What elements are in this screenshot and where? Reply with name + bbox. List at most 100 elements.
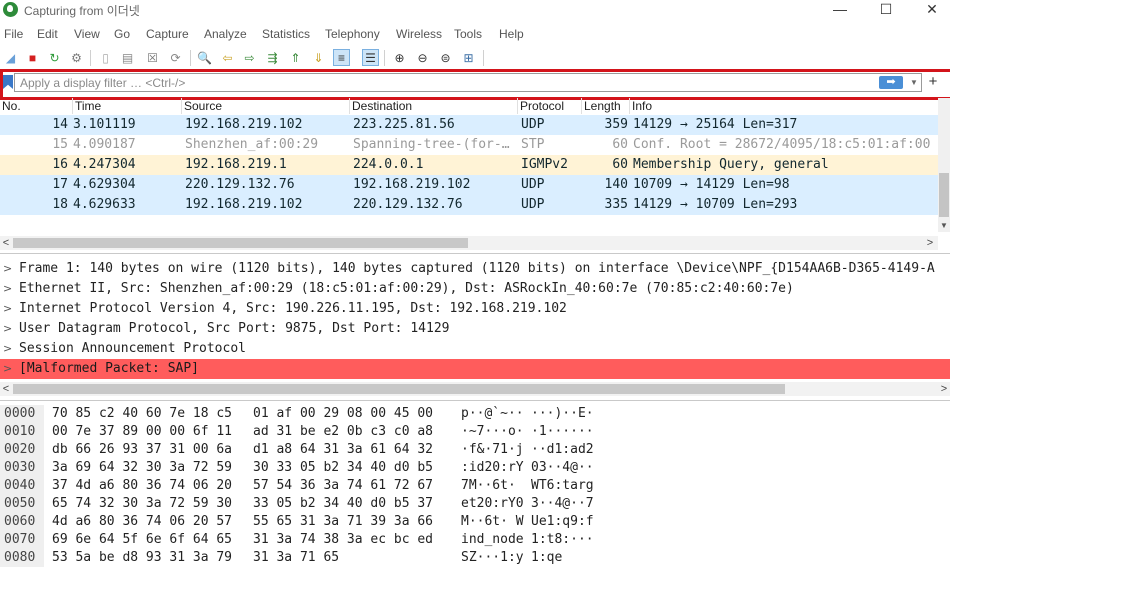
ascii-group[interactable]: ·f&·71·j	[461, 441, 524, 459]
expand-chevron-icon[interactable]: >	[3, 259, 13, 279]
ascii-group[interactable]: ind_node	[461, 531, 524, 549]
minimize-button[interactable]: —	[820, 0, 860, 20]
pane-splitter[interactable]	[0, 253, 950, 254]
menu-statistics[interactable]: Statistics	[262, 27, 310, 41]
hex-bytes-group[interactable]: 31 3a 74 38 3a ec bc ed	[253, 531, 433, 549]
packet-list-hscroll-thumb[interactable]	[13, 238, 468, 248]
capture-options-icon[interactable]: ⚙	[68, 49, 85, 66]
expand-chevron-icon[interactable]: >	[3, 339, 13, 359]
go-back-icon[interactable]: ⇦	[219, 49, 236, 66]
stop-capture-icon[interactable]: ■	[24, 49, 41, 66]
menu-telephony[interactable]: Telephony	[325, 27, 380, 41]
scroll-right-arrow-icon[interactable]: >	[924, 236, 936, 250]
go-forward-icon[interactable]: ⇨	[241, 49, 258, 66]
ascii-group[interactable]: p··@`~··	[461, 405, 524, 423]
close-file-icon[interactable]: ☒	[144, 49, 161, 66]
zoom-out-icon[interactable]: ⊖	[414, 49, 431, 66]
autoscroll-icon[interactable]: ≡	[333, 49, 350, 66]
hex-bytes-group[interactable]: ad 31 be e2 0b c3 c0 a8	[253, 423, 433, 441]
hex-bytes-group[interactable]: 4d a6 80 36 74 06 20 57	[52, 513, 232, 531]
ascii-group[interactable]: 3··4@··7	[531, 495, 594, 513]
packet-row[interactable]: 17 4.629304 220.129.132.76 192.168.219.102 U…	[0, 175, 938, 195]
column-header-source[interactable]: Source	[182, 98, 350, 114]
column-header-info[interactable]: Info	[630, 98, 938, 114]
ascii-group[interactable]: ·1······	[531, 423, 594, 441]
packet-row[interactable]: 18 4.629633 192.168.219.102 220.129.132.76 U…	[0, 195, 938, 215]
hex-bytes-group[interactable]: 30 33 05 b2 34 40 d0 b5	[253, 459, 433, 477]
hex-bytes-group[interactable]: 57 54 36 3a 74 61 72 67	[253, 477, 433, 495]
hex-bytes-group[interactable]: 55 65 31 3a 71 39 3a 66	[253, 513, 433, 531]
menu-edit[interactable]: Edit	[37, 27, 58, 41]
column-header-destination[interactable]: Destination	[350, 98, 518, 114]
ascii-group[interactable]: M··6t· W	[461, 513, 524, 531]
ascii-group[interactable]: Ue1:q9:f	[531, 513, 594, 531]
details-hscroll-thumb[interactable]	[13, 384, 785, 394]
zoom-in-icon[interactable]: ⊕	[391, 49, 408, 66]
menu-help[interactable]: Help	[499, 27, 524, 41]
resize-columns-icon[interactable]: ⊞	[460, 49, 477, 66]
ascii-group[interactable]: ·~7···o·	[461, 423, 524, 441]
hex-bytes-group[interactable]: 70 85 c2 40 60 7e 18 c5	[52, 405, 232, 423]
first-packet-icon[interactable]: ⇑	[287, 49, 304, 66]
hex-bytes-group[interactable]: 3a 69 64 32 30 3a 72 59	[52, 459, 232, 477]
last-packet-icon[interactable]: ⇓	[310, 49, 327, 66]
normal-size-icon[interactable]: ⊜	[437, 49, 454, 66]
ascii-group[interactable]: 7M··6t·	[461, 477, 524, 495]
scroll-right-arrow-icon[interactable]: >	[938, 382, 950, 396]
maximize-button[interactable]: ☐	[866, 0, 906, 20]
display-filter-input[interactable]	[14, 73, 922, 92]
ascii-group[interactable]: et20:rY0	[461, 495, 524, 513]
pane-splitter[interactable]	[0, 400, 950, 401]
hex-bytes-group[interactable]: 65 74 32 30 3a 72 59 30	[52, 495, 232, 513]
ascii-group[interactable]: 1:t8:···	[531, 531, 594, 549]
ascii-group[interactable]: :id20:rY	[461, 459, 524, 477]
save-file-icon[interactable]: ▤	[119, 49, 136, 66]
detail-tree-item[interactable]: > Session Announcement Protocol	[0, 339, 950, 359]
start-capture-icon[interactable]: ◢	[2, 49, 19, 66]
column-header-length[interactable]: Length	[582, 98, 630, 114]
go-to-packet-icon[interactable]: ⇶	[264, 49, 281, 66]
detail-tree-item[interactable]: > User Datagram Protocol, Src Port: 9875,…	[0, 319, 950, 339]
packet-row[interactable]: 16 4.247304 192.168.219.1 224.0.0.1 IGMPv2 60…	[0, 155, 938, 175]
detail-tree-item[interactable]: > [Malformed Packet: SAP]	[0, 359, 950, 379]
hex-bytes-group[interactable]: d1 a8 64 31 3a 61 64 32	[253, 441, 433, 459]
find-packet-icon[interactable]: 🔍	[196, 49, 213, 66]
scroll-left-arrow-icon[interactable]: <	[0, 236, 12, 250]
menu-capture[interactable]: Capture	[146, 27, 189, 41]
packet-list-scroll-thumb[interactable]	[939, 173, 949, 217]
detail-tree-item[interactable]: > Ethernet II, Src: Shenzhen_af:00:29 (18…	[0, 279, 950, 299]
ascii-group[interactable]: WT6:targ	[531, 477, 594, 495]
detail-tree-item[interactable]: > Frame 1: 140 bytes on wire (1120 bits),…	[0, 259, 950, 279]
column-header-protocol[interactable]: Protocol	[518, 98, 582, 114]
menu-view[interactable]: View	[74, 27, 100, 41]
menu-tools[interactable]: Tools	[454, 27, 482, 41]
expand-chevron-icon[interactable]: >	[3, 359, 13, 379]
column-header-no[interactable]: No.	[0, 98, 73, 114]
hex-bytes-group[interactable]: 31 3a 71 65	[253, 549, 339, 567]
scroll-left-arrow-icon[interactable]: <	[0, 382, 12, 396]
ascii-group[interactable]: 1:qe	[531, 549, 562, 567]
colorize-icon[interactable]: ☰	[362, 49, 379, 66]
packet-row[interactable]: 15 4.090187 Shenzhen_af:00:29 Spanning-tree…	[0, 135, 938, 155]
filter-history-dropdown-icon[interactable]: ▼	[908, 75, 920, 90]
expand-chevron-icon[interactable]: >	[3, 279, 13, 299]
detail-tree-item[interactable]: > Internet Protocol Version 4, Src: 190.2…	[0, 299, 950, 319]
details-horizontal-scrollbar[interactable]: < >	[0, 382, 950, 396]
hex-bytes-group[interactable]: 69 6e 64 5f 6e 6f 64 65	[52, 531, 232, 549]
ascii-group[interactable]: ···)··E·	[531, 405, 594, 423]
hex-bytes-group[interactable]: 01 af 00 29 08 00 45 00	[253, 405, 433, 423]
expand-chevron-icon[interactable]: >	[3, 319, 13, 339]
apply-filter-button[interactable]: ➡	[879, 76, 903, 89]
hex-bytes-group[interactable]: 37 4d a6 80 36 74 06 20	[52, 477, 232, 495]
column-header-time[interactable]: Time	[73, 98, 182, 114]
add-filter-button[interactable]: +	[924, 73, 942, 91]
restart-capture-icon[interactable]: ↻	[46, 49, 63, 66]
ascii-group[interactable]: SZ···1:y	[461, 549, 524, 567]
reload-file-icon[interactable]: ⟳	[167, 49, 184, 66]
packet-list-vertical-scrollbar[interactable]: ▼	[938, 98, 950, 232]
menu-wireless[interactable]: Wireless	[396, 27, 442, 41]
hex-bytes-group[interactable]: 00 7e 37 89 00 00 6f 11	[52, 423, 232, 441]
menu-go[interactable]: Go	[114, 27, 130, 41]
packet-list-horizontal-scrollbar[interactable]: < >	[0, 236, 938, 250]
hex-bytes-group[interactable]: 53 5a be d8 93 31 3a 79	[52, 549, 232, 567]
